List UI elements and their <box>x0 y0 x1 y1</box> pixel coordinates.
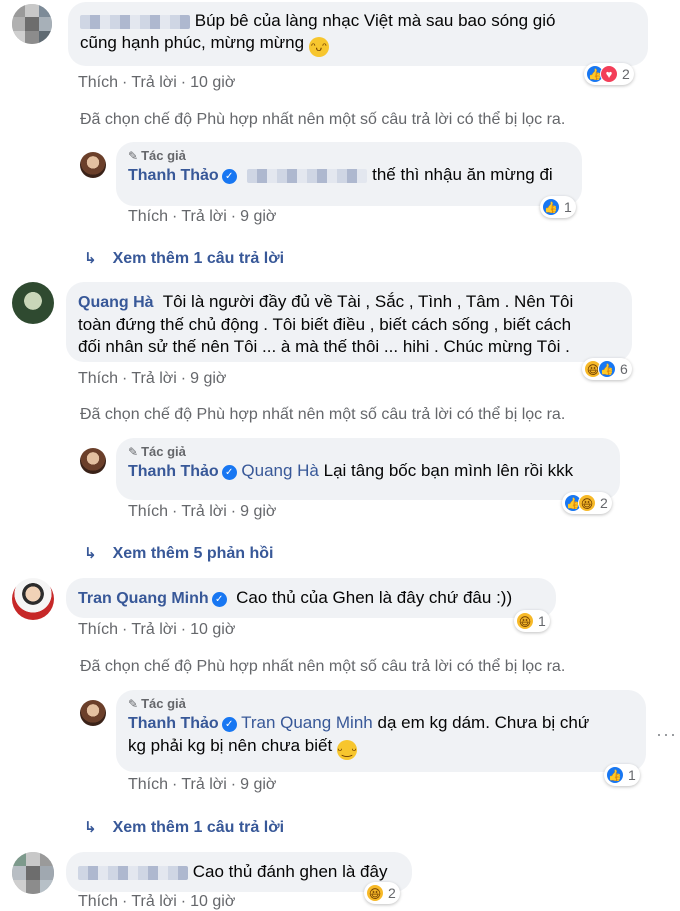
like-reaction-icon: 👍 <box>542 198 560 216</box>
like-button[interactable]: Thích <box>78 370 118 387</box>
reply-button[interactable]: Trả lời <box>181 208 226 225</box>
filter-notice: Đã chọn chế độ Phù hợp nhất nên một số c… <box>80 406 566 423</box>
pen-icon: ✎ <box>128 445 139 459</box>
reply-button[interactable]: Trả lời <box>131 74 176 91</box>
haha-reaction-icon: 😆 <box>366 884 384 902</box>
like-button[interactable]: Thích <box>128 503 168 520</box>
comment-text: Cao thủ của Ghen là đây chứ đâu :)) <box>236 588 513 607</box>
avatar[interactable] <box>12 282 54 324</box>
comment-text: cũng hạnh phúc, mừng mừng ᵔᴗᵔ <box>80 32 636 57</box>
smile-emoji-icon: ᵔᴗᵔ <box>308 37 329 57</box>
avatar[interactable] <box>80 700 106 726</box>
reaction-summary[interactable]: 😆 👍 6 <box>582 358 632 380</box>
like-button[interactable]: Thích <box>128 776 168 793</box>
comment-text: toàn đứng thế chủ động . Tôi biết điều ,… <box>78 315 572 334</box>
reply-arrow-icon: ↳ <box>84 819 97 836</box>
reply-button[interactable]: Trả lời <box>131 370 176 387</box>
pen-icon: ✎ <box>128 697 139 711</box>
avatar[interactable] <box>12 852 54 894</box>
blurred-author-name <box>78 865 188 880</box>
like-button[interactable]: Thích <box>78 893 118 910</box>
reply-actions: Thích · Trả lời · 9 giờ <box>128 503 277 520</box>
timestamp[interactable]: 9 giờ <box>240 208 276 225</box>
verified-icon: ✓ <box>211 592 227 607</box>
author-badge: ✎ Tác giả <box>128 444 186 459</box>
comment-text: Cao thủ đánh ghen là đây <box>192 862 388 881</box>
reply-actions: Thích · Trả lời · 9 giờ <box>128 208 277 225</box>
reply-bubble: ✎ Tác giả Thanh Thảo ✓ Quang Hà Lại tâng b… <box>116 438 620 500</box>
comment-text: Búp bê của làng nhạc Việt mà sau bao són… <box>80 10 636 32</box>
like-button[interactable]: Thích <box>78 74 118 91</box>
avatar[interactable] <box>80 448 106 474</box>
love-reaction-icon: ♥ <box>600 65 618 83</box>
mention-link[interactable]: Quang Hà <box>241 461 319 480</box>
haha-reaction-icon: 😆 <box>516 612 534 630</box>
reply-button[interactable]: Trả lời <box>131 621 176 638</box>
like-button[interactable]: Thích <box>78 621 118 638</box>
comment-author-name[interactable]: Quang Hà <box>78 294 154 311</box>
comment-text: đối nhân sử thế nên Tôi ... à mà thế thô… <box>78 337 570 356</box>
avatar[interactable] <box>12 578 54 620</box>
mention-link[interactable]: Tran Quang Minh <box>241 713 373 732</box>
comment-actions: Thích · Trả lời · 10 giờ <box>78 74 236 91</box>
reaction-summary[interactable]: 👍 ♥ 2 <box>584 63 634 85</box>
avatar[interactable] <box>12 4 52 44</box>
reply-button[interactable]: Trả lời <box>131 893 176 910</box>
reaction-summary[interactable]: 👍 1 <box>540 196 576 218</box>
reply-text: Lại tâng bốc bạn mình lên rồi kkk <box>323 461 574 480</box>
reply-text: Thanh Thảo ✓ Tran Quang Minh dạ em kg dám… <box>128 713 590 732</box>
filter-notice: Đã chọn chế độ Phù hợp nhất nên một số c… <box>80 111 566 128</box>
haha-reaction-icon: 😆 <box>578 494 596 512</box>
comment-bubble: Quang Hà Tôi là người đầy đủ về Tài , Sắ… <box>66 282 632 362</box>
timestamp[interactable]: 10 giờ <box>190 893 235 910</box>
view-more-replies-link[interactable]: ↳ Xem thêm 1 câu trả lời <box>84 249 284 268</box>
timestamp[interactable]: 9 giờ <box>240 503 276 520</box>
author-badge: ✎ Tác giả <box>128 696 186 711</box>
blurred-mention <box>247 168 368 183</box>
comment-actions: Thích · Trả lời · 10 giờ <box>78 621 236 638</box>
reply-author-name[interactable]: Thanh Thảo <box>128 167 219 184</box>
reply-actions: Thích · Trả lời · 9 giờ <box>128 776 277 793</box>
filter-notice: Đã chọn chế độ Phù hợp nhất nên một số c… <box>80 658 566 675</box>
pen-icon: ✎ <box>128 149 139 163</box>
comment-actions: Thích · Trả lời · 10 giờ <box>78 893 236 910</box>
comment-author-name[interactable]: Tran Quang Minh <box>78 590 209 607</box>
reaction-summary[interactable]: 😆 2 <box>364 882 400 904</box>
reply-text: thế thì nhậu ăn mừng đi <box>372 165 553 184</box>
timestamp[interactable]: 10 giờ <box>190 621 235 638</box>
reply-arrow-icon: ↳ <box>84 250 97 267</box>
reply-text: kg phải kg bị nên chưa biết ᵕ‿ᵕ <box>128 735 634 760</box>
reaction-summary[interactable]: 👍 😆 2 <box>562 492 612 514</box>
author-badge: ✎ Tác giả <box>128 148 186 163</box>
reply-author-name[interactable]: Thanh Thảo <box>128 715 219 732</box>
reply-bubble: ✎ Tác giả Thanh Thảo ✓ thế thì nhậu ăn mừn… <box>116 142 582 206</box>
reply-button[interactable]: Trả lời <box>181 776 226 793</box>
avatar[interactable] <box>80 152 106 178</box>
timestamp[interactable]: 9 giờ <box>190 370 226 387</box>
comment-bubble: Tran Quang Minh ✓ Cao thủ của Ghen là đây… <box>66 578 556 618</box>
reaction-summary[interactable]: 👍 1 <box>604 764 640 786</box>
reply-author-name[interactable]: Thanh Thảo <box>128 463 219 480</box>
comment-bubble: Cao thủ đánh ghen là đây <box>66 852 412 892</box>
verified-icon: ✓ <box>221 717 237 732</box>
reaction-summary[interactable]: 😆 1 <box>514 610 550 632</box>
verified-icon: ✓ <box>221 465 237 480</box>
blurred-author-name <box>80 14 190 29</box>
comment-bubble: Búp bê của làng nhạc Việt mà sau bao són… <box>68 2 648 66</box>
comment-actions: Thích · Trả lời · 9 giờ <box>78 370 227 387</box>
verified-icon: ✓ <box>221 169 237 184</box>
reply-bubble: ✎ Tác giả Thanh Thảo ✓ Tran Quang Minh dạ … <box>116 690 646 772</box>
reply-button[interactable]: Trả lời <box>181 503 226 520</box>
reply-arrow-icon: ↳ <box>84 545 97 562</box>
smile-emoji-icon: ᵕ‿ᵕ <box>336 740 357 760</box>
more-options-icon[interactable]: ··· <box>656 724 677 745</box>
like-reaction-icon: 👍 <box>598 360 616 378</box>
view-more-replies-link[interactable]: ↳ Xem thêm 5 phản hồi <box>84 544 274 563</box>
timestamp[interactable]: 10 giờ <box>190 74 235 91</box>
like-button[interactable]: Thích <box>128 208 168 225</box>
like-reaction-icon: 👍 <box>606 766 624 784</box>
timestamp[interactable]: 9 giờ <box>240 776 276 793</box>
comment-text: Quang Hà Tôi là người đầy đủ về Tài , Sắ… <box>78 292 574 311</box>
view-more-replies-link[interactable]: ↳ Xem thêm 1 câu trả lời <box>84 818 284 837</box>
